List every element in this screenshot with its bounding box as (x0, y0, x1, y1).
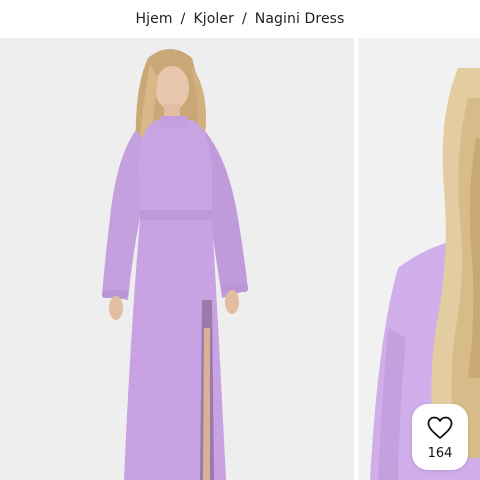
breadcrumb-separator: / (241, 11, 247, 27)
breadcrumb-link-home[interactable]: Hjem (136, 11, 173, 27)
wishlist-button[interactable]: 164 (412, 404, 468, 470)
product-image-main[interactable] (0, 38, 354, 480)
breadcrumb-current: Nagini Dress (254, 11, 345, 27)
breadcrumb: Hjem / Kjoler / Nagini Dress (0, 0, 480, 38)
wishlist-count: 164 (427, 445, 453, 461)
product-image-gallery[interactable] (0, 38, 480, 480)
breadcrumb-separator: / (180, 11, 186, 27)
model-photo (0, 38, 354, 480)
heart-icon (427, 416, 453, 439)
breadcrumb-link-dresses[interactable]: Kjoler (193, 11, 234, 27)
